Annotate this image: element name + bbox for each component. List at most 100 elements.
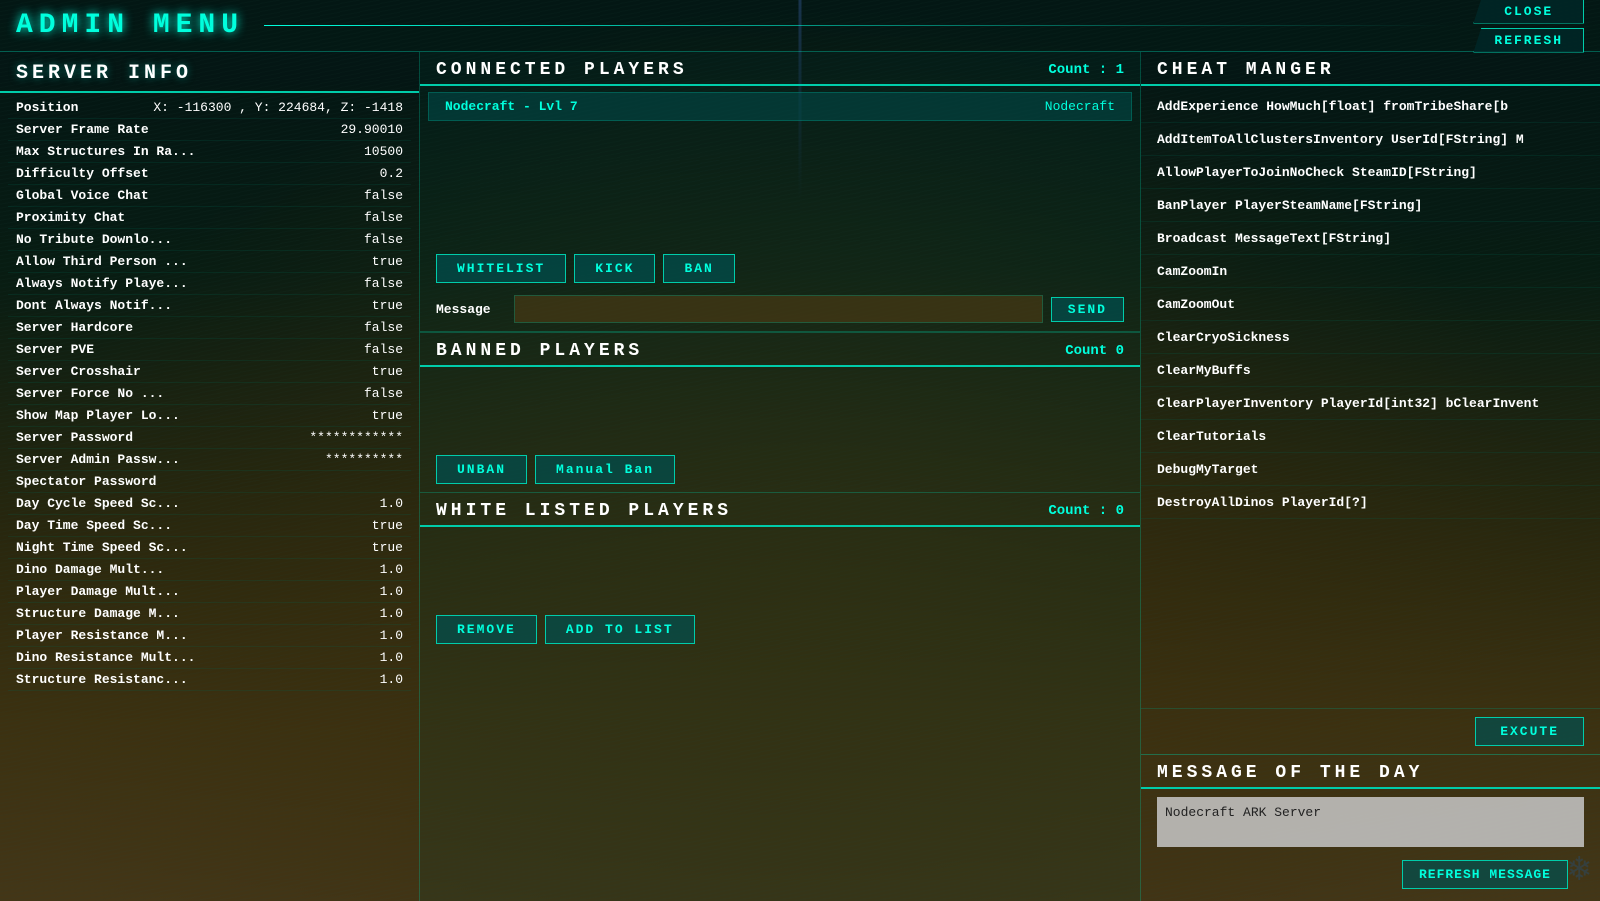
info-value: true	[372, 408, 403, 423]
list-item[interactable]: CamZoomIn	[1141, 255, 1600, 288]
info-row: Server Crosshairtrue	[8, 361, 411, 383]
info-row: Difficulty Offset0.2	[8, 163, 411, 185]
ban-button[interactable]: BAN	[663, 254, 734, 283]
info-value: 1.0	[380, 672, 403, 687]
send-button[interactable]: SEND	[1051, 297, 1124, 322]
info-value: false	[364, 320, 403, 335]
info-row: Always Notify Playe...false	[8, 273, 411, 295]
list-item[interactable]: AddItemToAllClustersInventory UserId[FSt…	[1141, 123, 1600, 156]
list-item[interactable]: ClearPlayerInventory PlayerId[int32] bCl…	[1141, 387, 1600, 420]
info-row: Max Structures In Ra...10500	[8, 141, 411, 163]
motd-header: MESSAGE OF THE DAY	[1141, 755, 1600, 789]
info-value: true	[372, 540, 403, 555]
info-label: Global Voice Chat	[16, 188, 364, 203]
manual-ban-button[interactable]: Manual Ban	[535, 455, 675, 484]
cheat-text: DestroyAllDinos PlayerId[?]	[1157, 495, 1368, 510]
list-item[interactable]: Broadcast MessageText[FString]	[1141, 222, 1600, 255]
info-label: Show Map Player Lo...	[16, 408, 372, 423]
info-row: Allow Third Person ...true	[8, 251, 411, 273]
info-label: Position	[16, 100, 153, 115]
table-row[interactable]: Nodecraft - Lvl 7 Nodecraft	[428, 92, 1132, 121]
info-value: 1.0	[380, 606, 403, 621]
list-item[interactable]: DestroyAllDinos PlayerId[?]	[1141, 486, 1600, 519]
kick-button[interactable]: KICK	[574, 254, 655, 283]
player-name: Nodecraft - Lvl 7	[445, 99, 578, 114]
info-row: Show Map Player Lo...true	[8, 405, 411, 427]
excute-button[interactable]: EXCUTE	[1475, 717, 1584, 746]
whitelist-button[interactable]: WHITELIST	[436, 254, 566, 283]
top-buttons: CLOSE REFRESH	[1473, 0, 1584, 53]
info-label: Dino Resistance Mult...	[16, 650, 380, 665]
info-value: true	[372, 254, 403, 269]
refresh-message-button[interactable]: REFRESH MESSAGE	[1402, 860, 1568, 889]
cheat-text: BanPlayer PlayerSteamName[FString]	[1157, 198, 1422, 213]
info-label: Proximity Chat	[16, 210, 364, 225]
player-action-buttons: WHITELIST KICK BAN	[420, 246, 1140, 291]
list-item[interactable]: CamZoomOut	[1141, 288, 1600, 321]
info-row: Day Time Speed Sc...true	[8, 515, 411, 537]
add-to-list-button[interactable]: ADD TO LIST	[545, 615, 695, 644]
banned-list	[420, 367, 1140, 447]
info-value: 29.90010	[341, 122, 403, 137]
list-item[interactable]: ClearCryoSickness	[1141, 321, 1600, 354]
info-row: Dino Damage Mult...1.0	[8, 559, 411, 581]
info-row: Proximity Chatfalse	[8, 207, 411, 229]
connected-players-panel: CONNECTED PLAYERS Count : 1 Nodecraft - …	[420, 52, 1140, 332]
cheat-manager-title: CHEAT MANGER	[1157, 60, 1335, 80]
info-label: Server Password	[16, 430, 309, 445]
info-label: Difficulty Offset	[16, 166, 380, 181]
message-input[interactable]	[514, 295, 1043, 323]
list-item[interactable]: ClearMyBuffs	[1141, 354, 1600, 387]
info-row: Dino Resistance Mult...1.0	[8, 647, 411, 669]
list-item[interactable]: AddExperience HowMuch[float] fromTribeSh…	[1141, 90, 1600, 123]
close-button[interactable]: CLOSE	[1473, 0, 1584, 24]
info-value: 0.2	[380, 166, 403, 181]
whitelisted-players-title: WHITE LISTED PLAYERS	[436, 501, 732, 521]
info-row: Dont Always Notif...true	[8, 295, 411, 317]
message-row: Message SEND	[420, 291, 1140, 331]
whitelisted-players-count: Count : 0	[1048, 503, 1124, 519]
info-row: PositionX: -116300 , Y: 224684, Z: -1418	[8, 97, 411, 119]
motd-title: MESSAGE OF THE DAY	[1157, 763, 1423, 783]
message-label: Message	[436, 302, 506, 317]
info-value: false	[364, 386, 403, 401]
cheat-text: CamZoomIn	[1157, 264, 1227, 279]
cheat-text: CamZoomOut	[1157, 297, 1235, 312]
list-item[interactable]: DebugMyTarget	[1141, 453, 1600, 486]
list-item[interactable]: BanPlayer PlayerSteamName[FString]	[1141, 189, 1600, 222]
cheat-manager-header: CHEAT MANGER	[1141, 52, 1600, 86]
info-label: Spectator Password	[16, 474, 403, 489]
refresh-button[interactable]: REFRESH	[1473, 28, 1584, 53]
info-label: Structure Resistanc...	[16, 672, 380, 687]
unban-button[interactable]: UNBAN	[436, 455, 527, 484]
info-label: Server Force No ...	[16, 386, 364, 401]
info-row: Night Time Speed Sc...true	[8, 537, 411, 559]
cheat-text: DebugMyTarget	[1157, 462, 1258, 477]
info-value: 10500	[364, 144, 403, 159]
motd-input[interactable]	[1157, 797, 1584, 847]
banned-players-header: BANNED PLAYERS Count 0	[420, 333, 1140, 367]
banned-players-count: Count 0	[1065, 343, 1124, 359]
info-label: Server PVE	[16, 342, 364, 357]
motd-panel: MESSAGE OF THE DAY REFRESH MESSAGE	[1141, 754, 1600, 901]
info-row: Server Frame Rate29.90010	[8, 119, 411, 141]
cheat-text: ClearMyBuffs	[1157, 363, 1251, 378]
list-item[interactable]: AllowPlayerToJoinNoCheck SteamID[FString…	[1141, 156, 1600, 189]
list-item[interactable]: ClearTutorials	[1141, 420, 1600, 453]
remove-button[interactable]: REMOVE	[436, 615, 537, 644]
info-value: 1.0	[380, 628, 403, 643]
info-label: Dont Always Notif...	[16, 298, 372, 313]
cheat-manager-panel: CHEAT MANGER AddExperience HowMuch[float…	[1141, 52, 1600, 754]
info-value: 1.0	[380, 584, 403, 599]
info-value: 1.0	[380, 562, 403, 577]
app-title: ADMIN MENU	[16, 10, 244, 41]
connected-players-count: Count : 1	[1048, 62, 1124, 78]
whitelisted-players-header: WHITE LISTED PLAYERS Count : 0	[420, 493, 1140, 527]
banned-players-panel: BANNED PLAYERS Count 0 UNBAN Manual Ban	[420, 332, 1140, 492]
center-column: CONNECTED PLAYERS Count : 1 Nodecraft - …	[420, 52, 1140, 901]
info-value: false	[364, 276, 403, 291]
right-column: CHEAT MANGER AddExperience HowMuch[float…	[1140, 52, 1600, 901]
connected-players-header: CONNECTED PLAYERS Count : 1	[420, 52, 1140, 86]
title-line	[264, 25, 1453, 26]
info-label: No Tribute Downlo...	[16, 232, 364, 247]
